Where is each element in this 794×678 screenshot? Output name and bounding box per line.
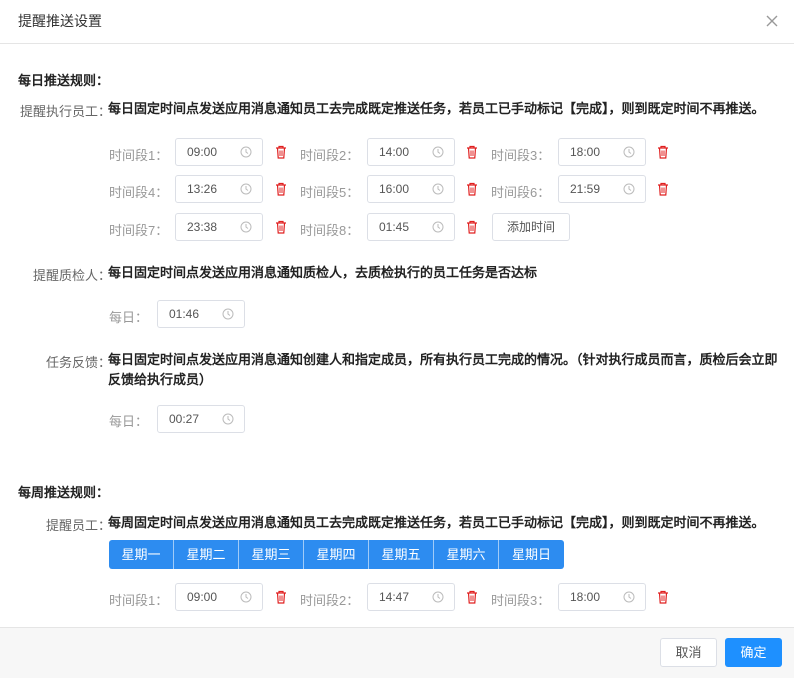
clock-icon: [222, 308, 234, 320]
feedback-desc-line2: 反馈给执行成员）: [108, 372, 213, 387]
time-input-slot-1[interactable]: 09:00: [175, 138, 263, 166]
remind-staff-desc: 每日固定时间点发送应用消息通知员工去完成既定推送任务，若员工已手动标记【完成】，…: [108, 101, 765, 116]
feedback-daily-label: 每日：: [109, 414, 149, 429]
trash-icon[interactable]: [466, 220, 478, 234]
time-input-slot-6[interactable]: 21:59: [558, 175, 646, 203]
clock-icon: [240, 183, 252, 195]
trash-icon[interactable]: [275, 145, 287, 159]
remind-staff-label: 提醒执行员工：: [20, 104, 112, 119]
clock-icon: [432, 221, 444, 233]
time-value: 14:47: [379, 590, 410, 604]
weekly-time-input-slot-3[interactable]: 18:00: [558, 583, 646, 611]
time-value: 14:00: [379, 145, 410, 159]
slot-label-6: 时间段6：: [491, 185, 551, 200]
weekly-time-input-slot-2[interactable]: 14:47: [367, 583, 455, 611]
clock-icon: [432, 183, 444, 195]
time-value: 09:00: [187, 590, 218, 604]
weekly-staff-desc: 每周固定时间点发送应用消息通知员工去完成既定推送任务，若员工已手动标记【完成】，…: [108, 515, 765, 530]
weekday-thu[interactable]: 星期四: [304, 540, 369, 569]
weekly-staff-label: 提醒员工：: [46, 518, 112, 533]
trash-icon[interactable]: [275, 590, 287, 604]
time-input-slot-5[interactable]: 16:00: [367, 175, 455, 203]
time-input-slot-8[interactable]: 01:45: [367, 213, 455, 241]
weekday-selector: 星期一 星期二 星期三 星期四 星期五 星期六 星期日: [109, 540, 564, 569]
weekly-slot-label-2: 时间段2：: [300, 593, 360, 608]
clock-icon: [240, 221, 252, 233]
dialog-header: 提醒推送设置: [0, 0, 794, 44]
clock-icon: [222, 413, 234, 425]
slot-label-3: 时间段3：: [491, 148, 551, 163]
trash-icon[interactable]: [657, 145, 669, 159]
weekday-tue[interactable]: 星期二: [174, 540, 239, 569]
slot-label-4: 时间段4：: [109, 185, 169, 200]
trash-icon[interactable]: [657, 590, 669, 604]
trash-icon[interactable]: [657, 182, 669, 196]
time-input-slot-7[interactable]: 23:38: [175, 213, 263, 241]
inspector-label: 提醒质检人：: [33, 268, 112, 283]
feedback-desc-line1: 每日固定时间点发送应用消息通知创建人和指定成员，所有执行员工完成的情况。（针对执…: [108, 352, 778, 367]
inspector-desc: 每日固定时间点发送应用消息通知质检人，去质检执行的员工任务是否达标: [108, 265, 538, 280]
dialog-title: 提醒推送设置: [18, 13, 102, 29]
weekday-wed[interactable]: 星期三: [239, 540, 304, 569]
weekly-slot-label-3: 时间段3：: [491, 593, 551, 608]
close-icon[interactable]: [764, 13, 780, 29]
time-value: 18:00: [570, 145, 601, 159]
time-value: 21:59: [570, 182, 601, 196]
time-value: 23:38: [187, 220, 218, 234]
weekday-sat[interactable]: 星期六: [434, 540, 499, 569]
time-input-slot-3[interactable]: 18:00: [558, 138, 646, 166]
clock-icon: [623, 591, 635, 603]
slot-label-7: 时间段7：: [109, 223, 169, 238]
cancel-button[interactable]: 取消: [660, 638, 717, 667]
feedback-label: 任务反馈：: [46, 355, 112, 370]
feedback-time-input[interactable]: 00:27: [157, 405, 245, 433]
daily-section-title: 每日推送规则：: [18, 73, 110, 88]
weekday-fri[interactable]: 星期五: [369, 540, 434, 569]
confirm-button[interactable]: 确定: [725, 638, 782, 667]
dialog-footer: 取消 确定: [0, 627, 794, 678]
trash-icon[interactable]: [466, 590, 478, 604]
clock-icon: [432, 146, 444, 158]
slot-label-1: 时间段1：: [109, 148, 169, 163]
time-value: 18:00: [570, 590, 601, 604]
time-value: 13:26: [187, 182, 218, 196]
time-value: 01:46: [169, 307, 200, 321]
add-time-button[interactable]: 添加时间: [492, 213, 570, 241]
trash-icon[interactable]: [275, 220, 287, 234]
clock-icon: [240, 146, 252, 158]
slot-label-8: 时间段8：: [300, 223, 360, 238]
weekly-slot-label-1: 时间段1：: [109, 593, 169, 608]
time-value: 00:27: [169, 412, 200, 426]
slot-label-5: 时间段5：: [300, 185, 360, 200]
weekday-sun[interactable]: 星期日: [499, 540, 564, 569]
trash-icon[interactable]: [466, 145, 478, 159]
inspector-daily-label: 每日：: [109, 310, 149, 325]
time-value: 09:00: [187, 145, 218, 159]
clock-icon: [623, 146, 635, 158]
slot-label-2: 时间段2：: [300, 148, 360, 163]
time-input-slot-2[interactable]: 14:00: [367, 138, 455, 166]
trash-icon[interactable]: [275, 182, 287, 196]
clock-icon: [623, 183, 635, 195]
clock-icon: [432, 591, 444, 603]
clock-icon: [240, 591, 252, 603]
time-input-slot-4[interactable]: 13:26: [175, 175, 263, 203]
inspector-time-input[interactable]: 01:46: [157, 300, 245, 328]
weekly-section-title: 每周推送规则：: [18, 485, 110, 500]
trash-icon[interactable]: [466, 182, 478, 196]
time-value: 01:45: [379, 220, 410, 234]
time-value: 16:00: [379, 182, 410, 196]
weekly-time-input-slot-1[interactable]: 09:00: [175, 583, 263, 611]
weekday-mon[interactable]: 星期一: [109, 540, 174, 569]
